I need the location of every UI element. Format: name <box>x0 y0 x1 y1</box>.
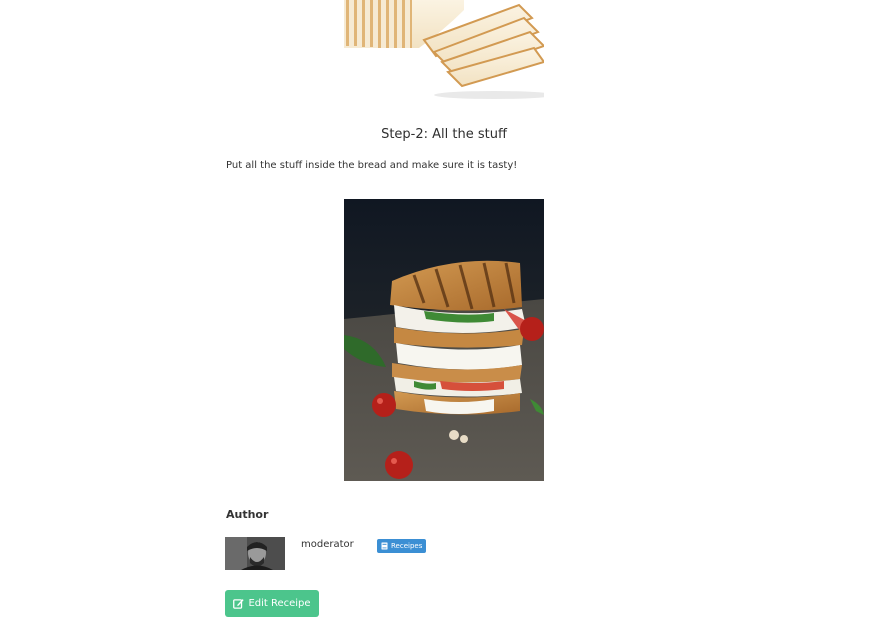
step-title: Step-2: All the stuff <box>381 127 507 142</box>
bread-image <box>344 0 544 100</box>
sandwich-image <box>344 199 544 481</box>
step-description: Put all the stuff inside the bread and m… <box>226 160 518 171</box>
book-icon <box>381 542 388 550</box>
edit-recipe-label: Edit Receipe <box>248 598 311 609</box>
author-heading: Author <box>226 508 269 521</box>
edit-recipe-button[interactable]: Edit Receipe <box>225 590 319 617</box>
avatar[interactable] <box>225 537 285 570</box>
recipe-page: Step-2: All the stuff Put all the stuff … <box>0 0 891 619</box>
recipes-badge[interactable]: Receipes <box>377 539 427 553</box>
author-name[interactable]: moderator <box>301 539 354 550</box>
recipes-badge-label: Receipes <box>391 542 423 550</box>
edit-icon <box>233 598 245 609</box>
